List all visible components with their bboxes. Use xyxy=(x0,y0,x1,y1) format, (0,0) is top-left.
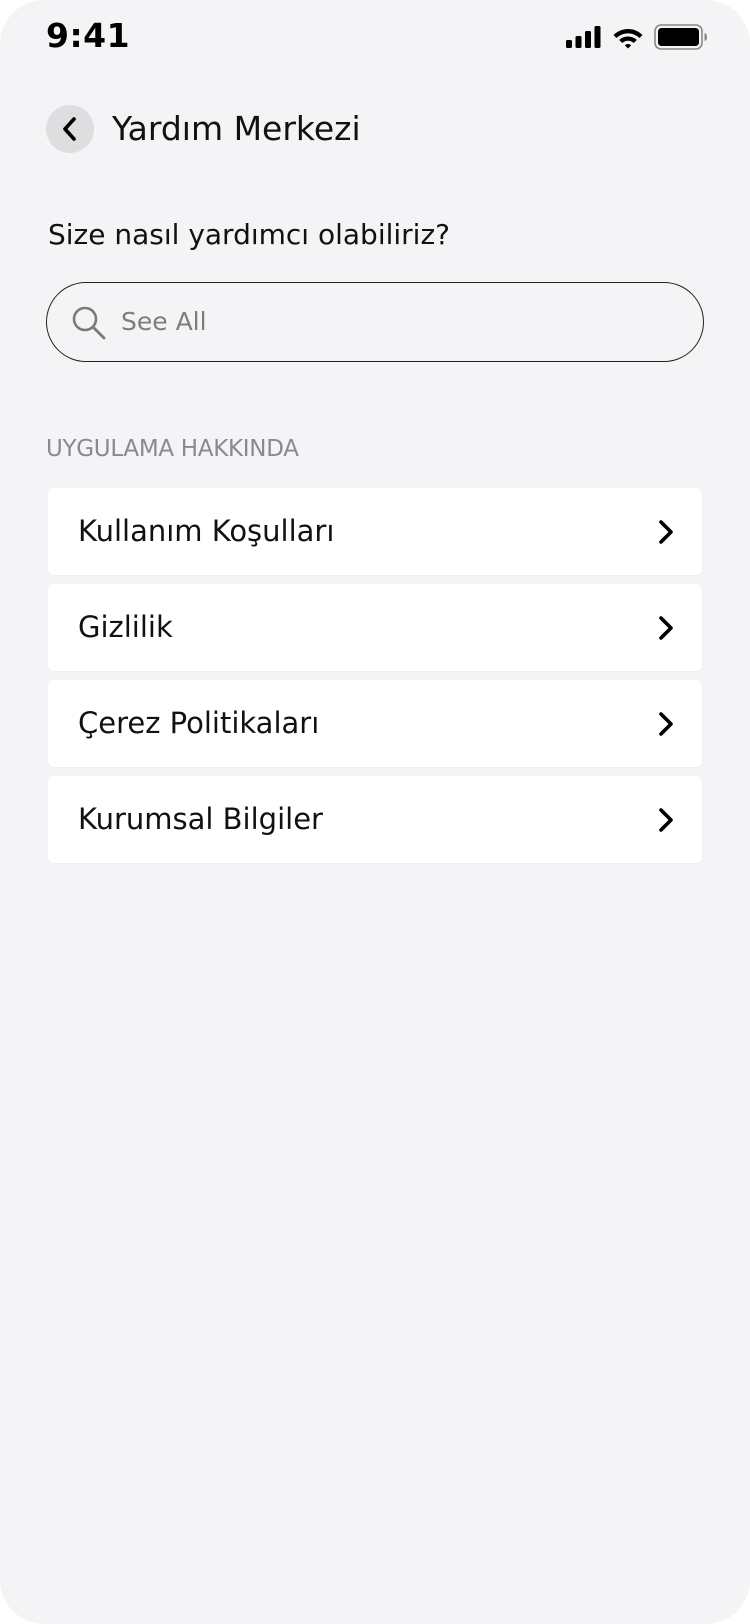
page-title: Yardım Merkezi xyxy=(112,109,361,148)
menu-item-label: Kullanım Koşulları xyxy=(78,514,335,548)
status-icons xyxy=(566,24,708,50)
wifi-icon xyxy=(613,29,643,49)
search-icon xyxy=(72,306,106,340)
battery-icon xyxy=(654,24,707,50)
status-bar: 9:41 xyxy=(0,0,750,80)
help-center-screen: 9:41 Yardım Merkezi Size nasıl yardımcı … xyxy=(0,0,750,1624)
menu-item-privacy[interactable]: Gizlilik xyxy=(48,584,702,671)
cellular-signal-icon xyxy=(566,26,601,48)
chevron-right-icon xyxy=(659,808,673,832)
menu-item-label: Gizlilik xyxy=(78,610,173,644)
menu-item-label: Kurumsal Bilgiler xyxy=(78,802,323,836)
menu-item-label: Çerez Politikaları xyxy=(78,706,320,740)
chevron-right-icon xyxy=(659,616,673,640)
menu-item-cookie-policies[interactable]: Çerez Politikaları xyxy=(48,680,702,767)
status-time: 9:41 xyxy=(46,16,131,55)
search-input[interactable] xyxy=(121,283,681,359)
chevron-left-icon xyxy=(63,117,76,141)
help-question: Size nasıl yardımcı olabiliriz? xyxy=(48,218,451,251)
menu-item-corporate-info[interactable]: Kurumsal Bilgiler xyxy=(48,776,702,863)
menu-item-terms-of-use[interactable]: Kullanım Koşulları xyxy=(48,488,702,575)
chevron-right-icon xyxy=(659,520,673,544)
section-label: UYGULAMA HAKKINDA xyxy=(46,436,299,462)
about-app-list: Kullanım Koşulları Gizlilik Çerez Politi… xyxy=(48,488,702,872)
back-button[interactable] xyxy=(46,105,94,153)
search-bar[interactable] xyxy=(46,282,704,362)
chevron-right-icon xyxy=(659,712,673,736)
